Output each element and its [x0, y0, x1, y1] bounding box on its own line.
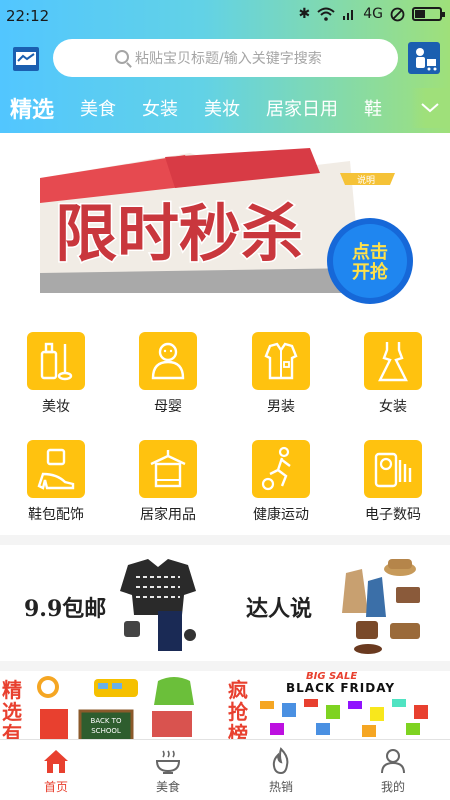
featured-row: 精选有 BACK TO SCHOOL 疯抢榜 BIG SALE BLACK FR… [0, 671, 450, 739]
chevron-down-icon[interactable] [410, 88, 450, 128]
featured-right-label: 疯抢榜 [228, 678, 248, 739]
grid-item-beauty[interactable]: 美妆 [0, 313, 112, 415]
tab-featured[interactable]: 精选 [10, 92, 54, 124]
grid-item-sports[interactable]: 健康运动 [225, 421, 337, 523]
shopping-assistant-icon[interactable] [408, 42, 440, 74]
dress-icon [364, 332, 422, 390]
promo-free-shipping-label: 9.9包邮 [24, 596, 107, 622]
network-type: 4G [363, 6, 383, 22]
tab-beauty[interactable]: 美妆 [204, 95, 240, 121]
school-supplies-image: BACK TO SCHOOL [37, 676, 194, 739]
promo-section: 9.9包邮 达人说 [0, 545, 450, 661]
bluetooth-icon: ✱ [298, 6, 311, 22]
status-bar: 22:12 ✱ 4G [0, 0, 450, 32]
towel-icon [139, 440, 197, 498]
camera-icon [364, 440, 422, 498]
wifi-icon [317, 7, 335, 21]
black-friday-text: BLACK FRIDAY [286, 681, 396, 695]
baby-icon [139, 332, 197, 390]
featured-right-panel[interactable]: 疯抢榜 BIG SALE BLACK FRIDAY [226, 671, 450, 739]
tab-hot-sales[interactable]: 热销 [225, 740, 337, 800]
app-logo-icon[interactable] [12, 46, 40, 72]
banner-cta[interactable]: 点击开抢 [352, 241, 389, 283]
user-icon [381, 749, 405, 774]
banner-title: 限时秒杀 [55, 197, 303, 270]
battery-icon [412, 7, 445, 21]
app-screen: 22:12 ✱ 4G 粘贴宝贝标题/输入关键字搜索 精选 美食 女装 美妆 居家… [0, 0, 450, 800]
clothing-tags-image [260, 699, 428, 737]
search-icon [115, 50, 129, 64]
grid-item-menswear[interactable]: 男装 [225, 313, 337, 415]
tab-food[interactable]: 美食 [112, 740, 224, 800]
home-icon [44, 750, 68, 773]
fire-icon [272, 747, 289, 775]
school-sign: BACK TO [91, 717, 122, 725]
featured-left-panel[interactable]: 精选有 BACK TO SCHOOL [0, 671, 224, 739]
flash-sale-banner[interactable]: 说明 限时秒杀 点击开抢 [0, 133, 450, 313]
grid-item-womenswear[interactable]: 女装 [337, 313, 449, 415]
clothing-image [120, 559, 196, 651]
sports-icon [252, 440, 310, 498]
fashion-items-image [342, 559, 420, 654]
category-tabs: 精选 美食 女装 美妆 居家日用 鞋 [0, 88, 450, 128]
promo-free-shipping[interactable]: 9.9包邮 [0, 545, 224, 661]
dnd-icon [390, 7, 405, 21]
search-bar[interactable]: 粘贴宝贝标题/输入关键字搜索 [53, 39, 398, 77]
tab-shoes[interactable]: 鞋 [364, 95, 382, 121]
banner-note: 说明 [357, 174, 375, 186]
bottom-tab-bar: 首页 美食 热销 我的 [0, 739, 450, 800]
shirt-icon [252, 332, 310, 390]
signal-icon [343, 10, 354, 20]
header: 22:12 ✱ 4G 粘贴宝贝标题/输入关键字搜索 精选 美食 女装 美妆 居家… [0, 0, 450, 133]
grid-item-electronics[interactable]: 电子数码 [337, 421, 449, 523]
tab-home[interactable]: 首页 [0, 740, 112, 800]
tab-food[interactable]: 美食 [80, 95, 116, 121]
search-input[interactable]: 粘贴宝贝标题/输入关键字搜索 [135, 48, 322, 68]
grid-item-home[interactable]: 居家用品 [112, 421, 224, 523]
grid-item-shoes-bags[interactable]: 鞋包配饰 [0, 421, 112, 523]
featured-left-label: 精选有 [2, 678, 22, 739]
promo-expert-picks[interactable]: 达人说 [226, 545, 450, 661]
cosmetics-icon [27, 332, 85, 390]
high-heel-icon [27, 440, 85, 498]
category-grid: 美妆 母婴 男装 女装 鞋包配饰 居家用品 健康运动 电子数码 [0, 313, 450, 535]
tab-home[interactable]: 居家日用 [266, 95, 338, 121]
bowl-icon [155, 750, 181, 774]
promo-expert-picks-label: 达人说 [246, 596, 313, 622]
tab-profile[interactable]: 我的 [337, 740, 449, 800]
status-time: 22:12 [6, 7, 50, 25]
svg-text:SCHOOL: SCHOOL [91, 727, 121, 735]
grid-item-baby[interactable]: 母婴 [112, 313, 224, 415]
tab-women[interactable]: 女装 [142, 95, 178, 121]
